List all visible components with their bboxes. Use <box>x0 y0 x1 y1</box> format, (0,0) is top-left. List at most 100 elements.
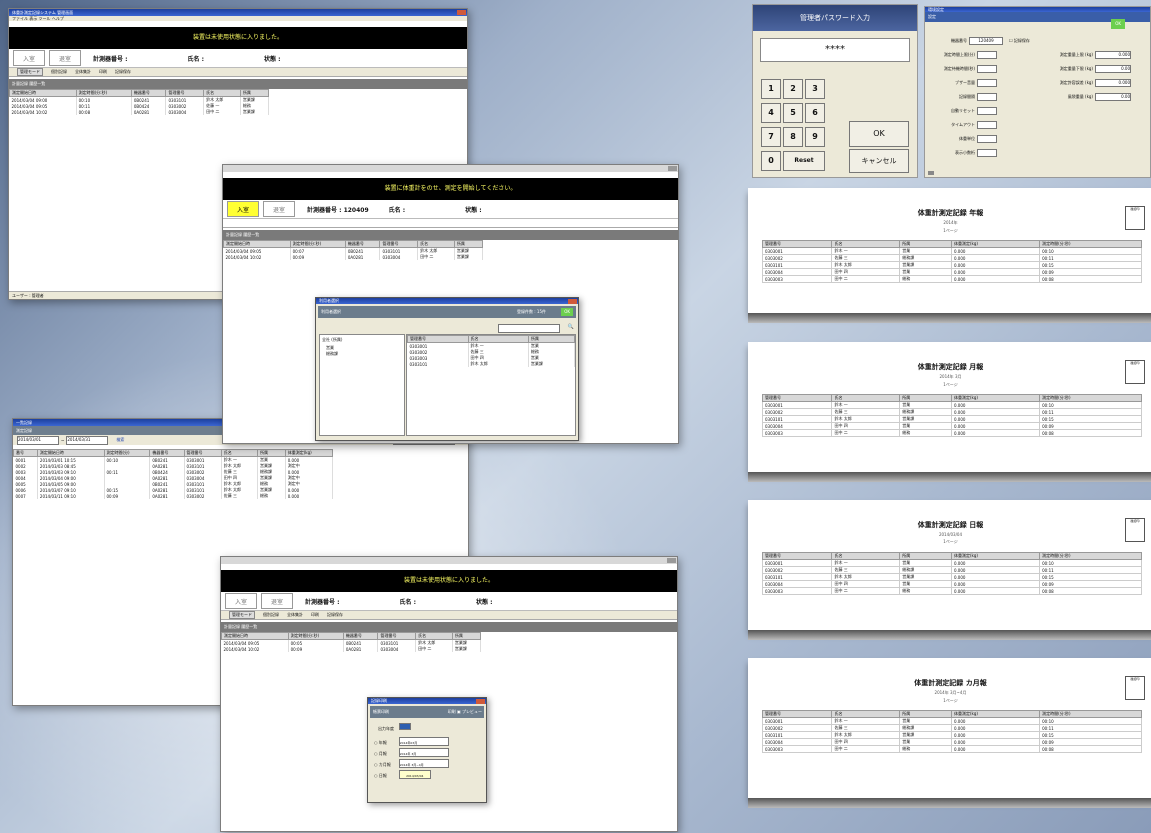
key-6[interactable]: 6 <box>805 103 825 123</box>
ok-button[interactable]: OK <box>849 121 909 147</box>
summary-button[interactable]: 全体集計 <box>287 612 303 618</box>
individual-record-button[interactable]: 個別記録 <box>51 69 67 75</box>
close-icon[interactable] <box>457 10 466 15</box>
column-header[interactable]: 所属 <box>239 89 270 97</box>
column-header[interactable]: 機器番号 <box>342 632 379 640</box>
ok-button[interactable]: OK <box>561 308 573 316</box>
admin-mode-button[interactable]: 管理モード <box>17 68 43 76</box>
cancel-button[interactable]: キャンセル <box>849 149 909 173</box>
tree-item[interactable]: 全社 (所属) <box>320 335 404 345</box>
column-header[interactable]: 測定時間(分:秒) <box>289 240 346 248</box>
tab-exit[interactable]: 退室 <box>261 593 293 609</box>
option-row[interactable]: ○ カ月報 2014年 3月~4月 <box>374 759 480 770</box>
key-8[interactable]: 8 <box>783 127 803 147</box>
column-header[interactable]: 管理番号 <box>379 240 419 248</box>
option-row[interactable]: ○ 年報 2014年03月 <box>374 737 480 748</box>
column-header[interactable]: 管理番号 <box>407 335 469 343</box>
setting-input[interactable] <box>977 79 997 87</box>
close-icon[interactable] <box>667 558 676 563</box>
date-from-input[interactable]: 2014/03/01 <box>17 435 59 445</box>
year-input[interactable] <box>399 723 412 730</box>
value-input[interactable]: 2014/03/04 <box>398 770 431 779</box>
setting-input[interactable]: 0.00 <box>1095 93 1131 101</box>
option-row[interactable]: ○ 日報 2014/03/04 <box>374 770 480 781</box>
print-button[interactable]: 印刷 <box>311 612 319 618</box>
column-header[interactable]: 所属 <box>257 449 286 457</box>
close-icon[interactable] <box>476 699 485 704</box>
value-input[interactable]: 2014年 3月 <box>398 748 449 757</box>
setting-input[interactable] <box>977 121 997 129</box>
date-to-input[interactable]: 2014/03/31 <box>66 435 109 445</box>
tab-exit[interactable]: 退室 <box>49 50 81 66</box>
key-1[interactable]: 1 <box>761 79 781 99</box>
column-header[interactable]: 測定時間(分:秒) <box>287 632 344 640</box>
table-row[interactable]: 0007 2014/03/11 09:10 00:09 0A0281 0303002 佐藤… <box>13 493 334 499</box>
value-input[interactable]: 2014年03月 <box>398 737 449 746</box>
search-link[interactable]: 検索 <box>116 437 124 443</box>
tab-exit[interactable]: 退室 <box>263 201 295 217</box>
column-header[interactable]: 測定開始日時 <box>9 89 77 97</box>
column-header[interactable]: 機器番号 <box>149 449 185 457</box>
column-header[interactable]: 氏名 <box>417 240 455 248</box>
setting-input[interactable]: 0.000 <box>1095 79 1131 87</box>
table-row[interactable]: 2014/03/04 10:02 00:09 0A0281 0303004 田中 二営業… <box>221 646 482 652</box>
search-input[interactable] <box>498 324 560 333</box>
column-header[interactable]: 測定開始日時 <box>36 449 105 457</box>
tab-settings[interactable]: 設定 <box>928 14 936 19</box>
close-icon[interactable] <box>568 299 577 304</box>
value-input[interactable]: 2014年 3月~4月 <box>398 759 449 768</box>
key-0[interactable]: 0 <box>761 151 781 171</box>
key-9[interactable]: 9 <box>805 127 825 147</box>
key-3[interactable]: 3 <box>805 79 825 99</box>
setting-input[interactable]: 0.00 <box>1095 65 1131 73</box>
column-header[interactable]: 氏名 <box>415 632 453 640</box>
column-header[interactable]: 氏名 <box>220 449 259 457</box>
column-header[interactable]: 機器番号 <box>130 89 167 97</box>
table-row[interactable]: 2014/03/04 10:02 00:09 0A0281 0303004 田中 二営業… <box>223 254 484 260</box>
save-checkbox-label[interactable]: 記録保存 <box>1014 38 1030 43</box>
setting-input[interactable] <box>977 93 997 101</box>
tab-enter[interactable]: 入室 <box>225 593 257 609</box>
column-header[interactable]: 番号 <box>13 449 38 457</box>
admin-mode-button[interactable]: 管理モード <box>229 611 255 619</box>
column-header[interactable]: 測定時間(分:秒) <box>75 89 132 97</box>
key-4[interactable]: 4 <box>761 103 781 123</box>
key-5[interactable]: 5 <box>783 103 803 123</box>
column-header[interactable]: 測定時間(分) <box>103 449 151 457</box>
device-input[interactable]: 120409 <box>969 37 1003 45</box>
setting-input[interactable] <box>977 107 997 115</box>
column-header[interactable]: 管理番号 <box>165 89 205 97</box>
individual-record-button[interactable]: 個別記録 <box>263 612 279 618</box>
column-header[interactable]: 管理番号 <box>183 449 222 457</box>
column-header[interactable]: 所属 <box>451 632 482 640</box>
column-header[interactable]: 管理番号 <box>377 632 417 640</box>
column-header[interactable]: 氏名 <box>467 335 529 343</box>
column-header[interactable]: 所属 <box>453 240 484 248</box>
tab-enter[interactable]: 入室 <box>13 50 45 66</box>
search-icon[interactable]: 🔍 <box>568 324 574 330</box>
print-preview-toggle[interactable]: 印刷 ▣ プレビュー <box>448 706 482 718</box>
option-row[interactable]: ○ 月報 2014年 3月 <box>374 748 480 759</box>
column-header[interactable]: 体重測定(kg) <box>284 449 334 457</box>
column-header[interactable]: 機器番号 <box>344 240 381 248</box>
setting-input[interactable] <box>977 135 997 143</box>
close-icon[interactable] <box>668 166 677 171</box>
summary-button[interactable]: 全体集計 <box>75 69 91 75</box>
column-header[interactable]: 測定開始日時 <box>223 240 291 248</box>
column-header[interactable]: 測定開始日時 <box>221 632 289 640</box>
menu-bar[interactable]: ファイル 表示 ツール ヘルプ <box>9 16 467 21</box>
table-row[interactable]: 2014/03/04 10:02 00:08 0A0281 0303004 田中 二営業… <box>9 109 270 115</box>
setting-input[interactable] <box>977 51 997 59</box>
list-item[interactable]: 0303101 鈴木 太郎 営業課 <box>407 361 576 367</box>
save-record-button[interactable]: 記録保存 <box>115 69 131 75</box>
save-record-button[interactable]: 記録保存 <box>327 612 343 618</box>
column-header[interactable]: 所属 <box>527 335 576 343</box>
key-7[interactable]: 7 <box>761 127 781 147</box>
setting-input[interactable]: 0.000 <box>1095 51 1131 59</box>
key-2[interactable]: 2 <box>783 79 803 99</box>
tree-item[interactable]: 総務課 <box>320 351 404 357</box>
print-button[interactable]: 印刷 <box>99 69 107 75</box>
setting-input[interactable] <box>977 149 997 157</box>
ok-button[interactable]: OK <box>1111 19 1125 29</box>
tab-enter[interactable]: 入室 <box>227 201 259 217</box>
